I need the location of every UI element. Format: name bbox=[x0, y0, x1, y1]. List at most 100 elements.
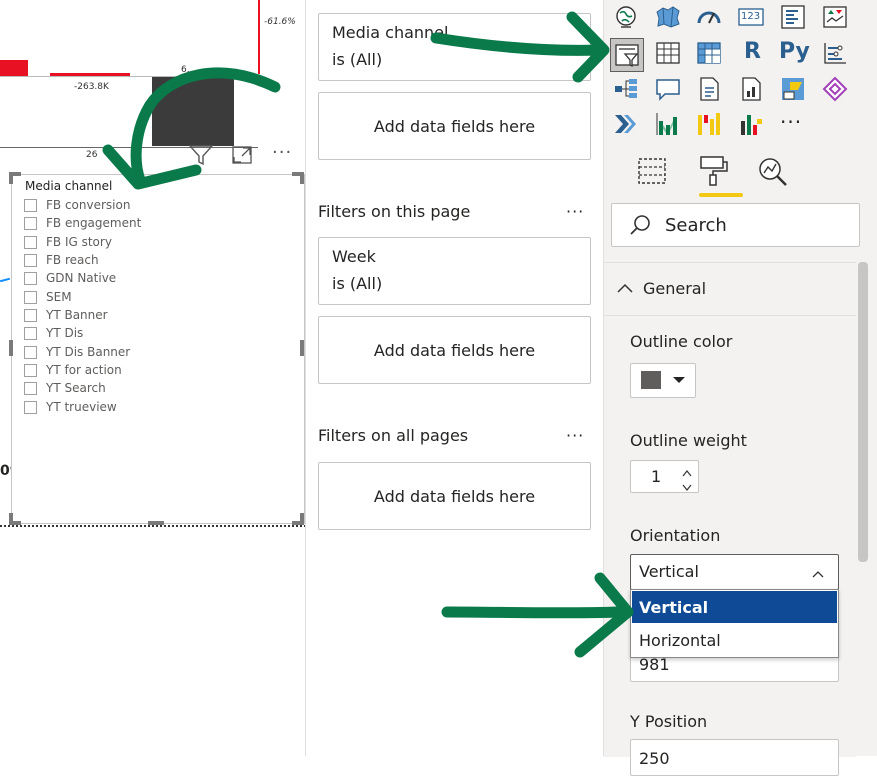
decomposition-tree-icon[interactable] bbox=[613, 76, 639, 102]
scrollbar[interactable] bbox=[858, 262, 868, 562]
search-placeholder: Search bbox=[665, 215, 727, 236]
chart-line-blue bbox=[0, 277, 11, 283]
checkbox[interactable] bbox=[24, 308, 37, 322]
analytics-tab-icon[interactable] bbox=[757, 156, 789, 188]
filter-card-media-channel[interactable]: Media channel is (All) bbox=[318, 13, 591, 81]
checkbox[interactable] bbox=[24, 290, 37, 304]
slicer-item[interactable]: YT Banner bbox=[24, 306, 108, 324]
resize-handle[interactable] bbox=[9, 340, 13, 356]
checkbox[interactable] bbox=[24, 400, 37, 414]
fields-tab-icon[interactable] bbox=[637, 156, 667, 186]
focus-mode-icon[interactable] bbox=[231, 145, 253, 165]
slicer-item[interactable]: FB conversion bbox=[24, 196, 130, 214]
power-apps-icon[interactable] bbox=[780, 76, 806, 102]
media-channel-slicer[interactable]: Media channel FB conversion FB engagemen… bbox=[11, 174, 305, 524]
filter-icon[interactable] bbox=[188, 144, 214, 166]
chevron-up-icon[interactable] bbox=[681, 463, 693, 477]
section-general[interactable]: General bbox=[604, 263, 856, 316]
slicer-item-label: YT for action bbox=[46, 363, 122, 377]
slicer-item[interactable]: FB engagement bbox=[24, 214, 141, 232]
gauge-icon[interactable] bbox=[696, 4, 722, 30]
filled-map-icon[interactable] bbox=[655, 4, 681, 30]
power-automate-icon[interactable] bbox=[822, 76, 848, 102]
checkbox[interactable] bbox=[24, 345, 37, 359]
checkbox[interactable] bbox=[24, 326, 37, 340]
caret-down-icon bbox=[673, 377, 685, 383]
checkbox[interactable] bbox=[24, 198, 37, 212]
more-options-icon[interactable]: ··· bbox=[566, 426, 584, 445]
filter-card-week[interactable]: Week is (All) bbox=[318, 237, 591, 305]
arcgis-icon[interactable] bbox=[613, 111, 639, 137]
slicer-item[interactable]: FB reach bbox=[24, 251, 99, 269]
report-canvas: -61.6% -263.8K 6. 26 09 ··· Media channe… bbox=[0, 0, 306, 756]
resize-handle[interactable] bbox=[300, 172, 304, 184]
section-title: General bbox=[643, 279, 707, 298]
slicer-item[interactable]: FB IG story bbox=[24, 233, 112, 251]
canvas-boundary bbox=[0, 525, 306, 527]
stepper-value: 1 bbox=[651, 467, 662, 486]
kpi-icon[interactable] bbox=[822, 4, 848, 30]
add-data-fields-page[interactable]: Add data fields here bbox=[318, 316, 591, 384]
ribbon-chart-icon[interactable] bbox=[655, 111, 681, 137]
outline-weight-stepper[interactable]: 1 bbox=[630, 460, 699, 493]
slicer-item-label: FB reach bbox=[46, 253, 99, 267]
filter-field-value: is (All) bbox=[332, 50, 383, 69]
card-icon-text: 123 bbox=[741, 11, 761, 22]
add-data-fields-visual[interactable]: Add data fields here bbox=[318, 92, 591, 160]
checkbox[interactable] bbox=[24, 363, 37, 377]
outline-color-picker[interactable] bbox=[630, 363, 696, 398]
slicer-item[interactable]: YT Search bbox=[24, 379, 106, 397]
more-options-icon[interactable]: ··· bbox=[272, 142, 292, 163]
waterfall-icon[interactable] bbox=[696, 111, 722, 137]
chevron-down-icon[interactable] bbox=[681, 478, 693, 491]
search-icon bbox=[629, 214, 651, 236]
table-icon[interactable] bbox=[655, 40, 681, 66]
orientation-selected: Vertical bbox=[639, 562, 699, 581]
smart-narrative-icon[interactable] bbox=[696, 76, 722, 102]
slicer-item[interactable]: SEM bbox=[24, 288, 72, 306]
chart-value-label: -263.8K bbox=[74, 82, 109, 92]
slicer-item[interactable]: YT Dis Banner bbox=[24, 343, 130, 361]
resize-handle[interactable] bbox=[9, 172, 13, 184]
multi-row-card-icon[interactable] bbox=[780, 4, 806, 30]
globe-map-icon[interactable] bbox=[613, 4, 639, 30]
add-data-fields-all[interactable]: Add data fields here bbox=[318, 462, 591, 530]
slicer-icon[interactable] bbox=[610, 38, 644, 72]
matrix-icon[interactable] bbox=[696, 40, 722, 66]
orientation-dropdown[interactable]: Vertical bbox=[630, 554, 839, 590]
format-tab-icon[interactable] bbox=[697, 154, 729, 186]
paginated-report-icon[interactable] bbox=[738, 76, 764, 102]
r-visual-icon[interactable]: R bbox=[744, 39, 761, 64]
chart-pct-label: -61.6% bbox=[264, 17, 296, 27]
slicer-item[interactable]: YT Dis bbox=[24, 324, 83, 342]
checkbox[interactable] bbox=[24, 381, 37, 395]
pane-tabs bbox=[604, 150, 877, 197]
chart-bar-red bbox=[0, 60, 28, 76]
resize-handle[interactable] bbox=[300, 340, 304, 356]
y-position-input[interactable]: 250 bbox=[630, 739, 839, 776]
more-options-icon[interactable]: ··· bbox=[566, 202, 584, 221]
more-visuals-icon[interactable]: ··· bbox=[780, 110, 802, 134]
option-horizontal[interactable]: Horizontal bbox=[632, 624, 837, 656]
checkbox[interactable] bbox=[24, 235, 37, 249]
y-position-label: Y Position bbox=[630, 712, 708, 731]
slicer-item[interactable]: YT trueview bbox=[24, 398, 117, 416]
slicer-item-label: GDN Native bbox=[46, 271, 117, 285]
slicer-item[interactable]: YT for action bbox=[24, 361, 122, 379]
filter-field-name: Week bbox=[332, 247, 376, 266]
chevron-up-icon bbox=[811, 565, 825, 578]
option-vertical[interactable]: Vertical bbox=[632, 591, 837, 623]
custom-visual-icon[interactable] bbox=[738, 111, 764, 137]
checkbox[interactable] bbox=[24, 216, 37, 230]
chevron-up-icon bbox=[616, 280, 634, 294]
format-search-input[interactable]: Search bbox=[611, 203, 860, 247]
qa-icon[interactable] bbox=[655, 76, 681, 102]
python-visual-icon[interactable]: Py bbox=[779, 39, 810, 64]
checkbox[interactable] bbox=[24, 271, 37, 285]
checkbox[interactable] bbox=[24, 253, 37, 267]
slicer-item[interactable]: GDN Native bbox=[24, 269, 116, 287]
card-icon[interactable]: 123 bbox=[738, 4, 764, 30]
slicer-item-label: YT Dis Banner bbox=[46, 345, 131, 359]
filters-on-page-heading: Filters on this page bbox=[318, 202, 471, 221]
key-influencers-icon[interactable] bbox=[822, 40, 848, 66]
